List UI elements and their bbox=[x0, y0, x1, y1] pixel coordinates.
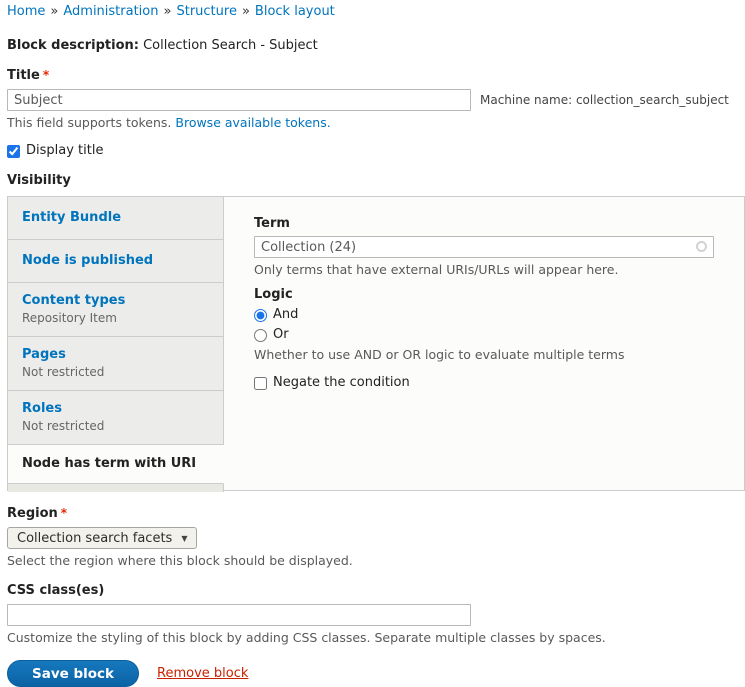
browse-tokens-link[interactable]: Browse available tokens. bbox=[175, 115, 330, 130]
machine-name-label: Machine name: bbox=[480, 93, 572, 107]
vtab-label: Entity Bundle bbox=[22, 210, 209, 226]
block-description-label: Block description: bbox=[7, 38, 139, 53]
breadcrumb-separator: » bbox=[164, 4, 172, 19]
remove-block-link[interactable]: Remove block bbox=[157, 666, 248, 681]
vtab-label: Node has term with URI bbox=[22, 456, 209, 472]
region-help: Select the region where this block shoul… bbox=[7, 554, 745, 568]
vtab-summary: Not restricted bbox=[22, 365, 209, 380]
title-label-text: Title bbox=[7, 68, 40, 83]
vtab-content-types[interactable]: Content types Repository Item bbox=[8, 283, 224, 337]
vtab-menu-overflow bbox=[8, 484, 224, 492]
logic-and-label: And bbox=[273, 307, 298, 323]
breadcrumb-link-structure[interactable]: Structure bbox=[176, 4, 236, 19]
vtab-summary: Not restricted bbox=[22, 419, 209, 434]
term-help: Only terms that have external URIs/URLs … bbox=[254, 263, 714, 277]
logic-option-or-row: Or bbox=[254, 327, 714, 343]
vtab-summary: Repository Item bbox=[22, 311, 209, 326]
term-autocomplete-input[interactable] bbox=[254, 236, 714, 258]
negate-condition-label: Negate the condition bbox=[273, 375, 410, 391]
required-marker: * bbox=[43, 68, 49, 82]
vtab-label: Roles bbox=[22, 401, 209, 417]
breadcrumb-link-block-layout[interactable]: Block layout bbox=[255, 4, 335, 19]
region-select[interactable]: Collection search facets ▼ bbox=[7, 527, 197, 549]
css-classes-label: CSS class(es) bbox=[7, 583, 745, 598]
breadcrumb-link-administration[interactable]: Administration bbox=[63, 4, 158, 19]
css-classes-help: Customize the styling of this block by a… bbox=[7, 631, 745, 645]
logic-label: Logic bbox=[254, 287, 714, 303]
display-title-row: Display title bbox=[7, 143, 745, 159]
required-marker: * bbox=[61, 506, 67, 520]
vtab-roles[interactable]: Roles Not restricted bbox=[8, 391, 224, 445]
vertical-tab-pane: Term Only terms that have external URIs/… bbox=[224, 197, 744, 490]
vtab-node-is-published[interactable]: Node is published bbox=[8, 240, 224, 283]
form-actions: Save block Remove block bbox=[7, 660, 745, 687]
display-title-checkbox[interactable] bbox=[7, 145, 20, 158]
chevron-down-icon: ▼ bbox=[181, 534, 187, 543]
term-label: Term bbox=[254, 216, 714, 232]
display-title-label: Display title bbox=[26, 143, 103, 159]
title-input[interactable] bbox=[7, 89, 471, 111]
region-select-value: Collection search facets bbox=[17, 531, 172, 546]
block-description-value: Collection Search - Subject bbox=[143, 38, 318, 53]
logic-and-radio[interactable] bbox=[254, 309, 267, 322]
title-help: This field supports tokens. Browse avail… bbox=[7, 116, 745, 130]
vtab-pages[interactable]: Pages Not restricted bbox=[8, 337, 224, 391]
vtab-label: Node is published bbox=[22, 253, 209, 269]
region-field-label: Region* bbox=[7, 506, 745, 521]
vertical-tab-menu: Entity Bundle Node is published Content … bbox=[8, 197, 224, 490]
block-description: Block description: Collection Search - S… bbox=[7, 38, 745, 53]
save-block-button[interactable]: Save block bbox=[7, 660, 139, 687]
negate-condition-checkbox[interactable] bbox=[254, 377, 267, 390]
autocomplete-throbber-icon bbox=[696, 241, 707, 252]
vtab-entity-bundle[interactable]: Entity Bundle bbox=[8, 197, 224, 240]
logic-help: Whether to use AND or OR logic to evalua… bbox=[254, 348, 714, 362]
logic-option-and-row: And bbox=[254, 307, 714, 323]
machine-name-value: collection_search_subject bbox=[576, 93, 729, 107]
logic-or-label: Or bbox=[273, 327, 289, 343]
title-field-label: Title* bbox=[7, 68, 745, 83]
breadcrumb-separator: » bbox=[50, 4, 58, 19]
title-help-text: This field supports tokens. bbox=[7, 115, 171, 130]
breadcrumb-separator: » bbox=[242, 4, 250, 19]
vtab-label: Pages bbox=[22, 347, 209, 363]
machine-name: Machine name: collection_search_subject bbox=[480, 93, 729, 107]
vtab-label: Content types bbox=[22, 293, 209, 309]
region-label-text: Region bbox=[7, 506, 58, 521]
negate-condition-row: Negate the condition bbox=[254, 375, 714, 391]
breadcrumb-link-home[interactable]: Home bbox=[7, 4, 45, 19]
vtab-node-has-term-with-uri[interactable]: Node has term with URI bbox=[8, 445, 224, 484]
visibility-vertical-tabs: Entity Bundle Node is published Content … bbox=[7, 196, 745, 491]
breadcrumb: Home » Administration » Structure » Block layo… bbox=[7, 4, 745, 20]
css-classes-input[interactable] bbox=[7, 604, 471, 626]
logic-or-radio[interactable] bbox=[254, 329, 267, 342]
visibility-heading: Visibility bbox=[7, 173, 745, 188]
